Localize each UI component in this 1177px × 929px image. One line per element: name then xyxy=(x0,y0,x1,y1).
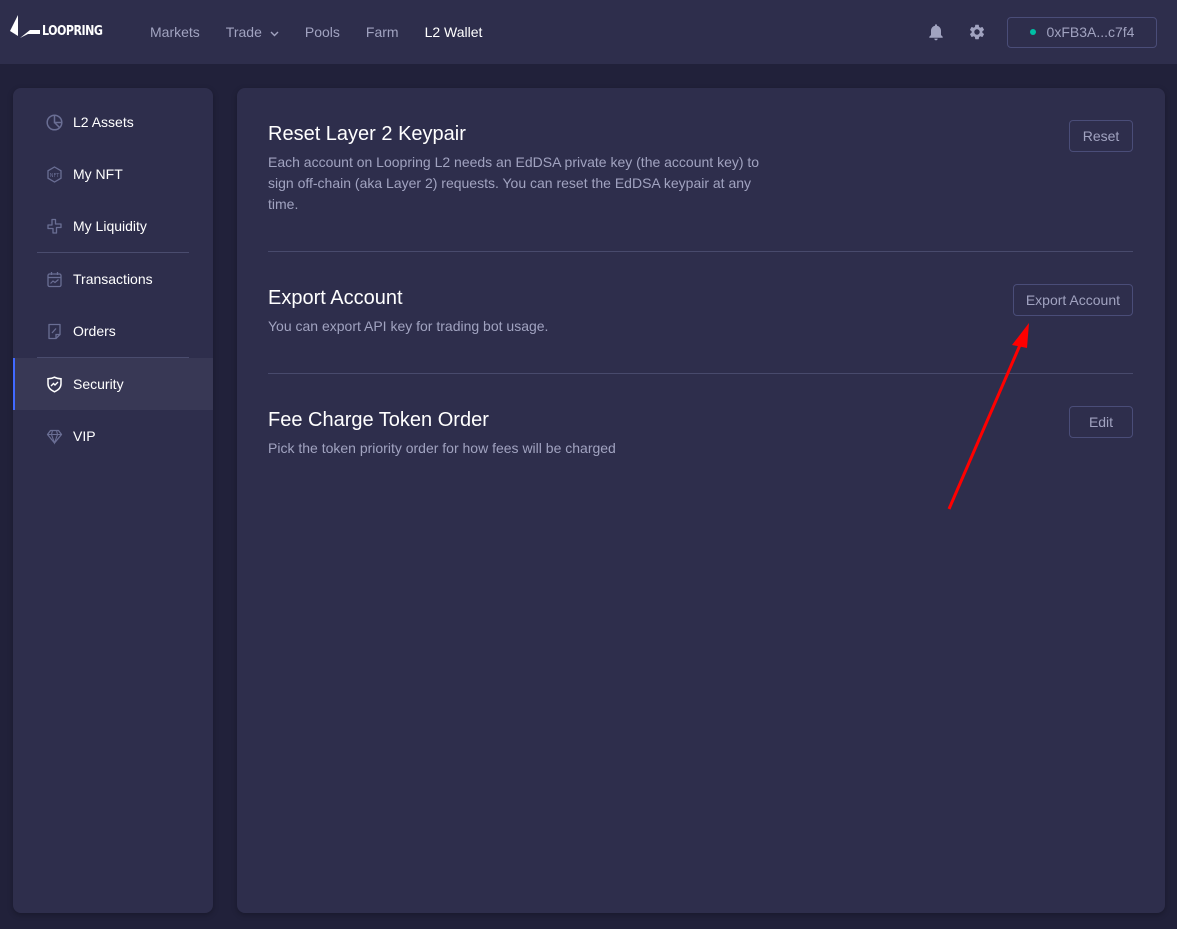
sidebar-item-l2-assets[interactable]: L2 Assets xyxy=(13,96,213,148)
sidebar-item-label: Orders xyxy=(73,323,116,339)
sidebar-item-label: L2 Assets xyxy=(73,114,134,130)
svg-text:NFT: NFT xyxy=(50,172,61,178)
logo-text: LOOPRING xyxy=(42,23,103,39)
document-icon xyxy=(46,323,63,340)
section-title: Export Account xyxy=(268,287,403,309)
sidebar-item-label: Security xyxy=(73,376,124,392)
reset-keypair-section: Reset Layer 2 Keypair Each account on Lo… xyxy=(268,88,1133,251)
sidebar-item-vip[interactable]: VIP xyxy=(13,410,213,462)
nav-l2-wallet[interactable]: L2 Wallet xyxy=(425,24,483,40)
security-panel: Reset Layer 2 Keypair Each account on Lo… xyxy=(237,88,1165,913)
loopring-logo-icon xyxy=(10,15,40,38)
shield-icon xyxy=(46,375,63,393)
calendar-chart-icon xyxy=(46,271,63,288)
sidebar-item-transactions[interactable]: Transactions xyxy=(13,253,213,305)
sidebar-item-label: VIP xyxy=(73,428,96,444)
nav-pools-label: Pools xyxy=(304,24,340,40)
top-header: LOOPRING Markets Trade Pools Farm L2 Wal… xyxy=(0,0,1177,64)
liquidity-icon xyxy=(46,218,63,235)
edit-button[interactable]: Edit xyxy=(1069,406,1133,438)
sidebar-item-my-liquidity[interactable]: My Liquidity xyxy=(13,200,213,252)
wallet-address-button[interactable]: 0xFB3A...c7f4 xyxy=(1007,16,1157,48)
nav-pools[interactable]: Pools xyxy=(305,24,340,40)
nft-icon: NFT xyxy=(46,165,63,183)
connection-status-dot xyxy=(1029,29,1036,35)
nav-markets-label: Markets xyxy=(150,24,200,40)
gear-icon[interactable] xyxy=(967,22,987,42)
export-account-button[interactable]: Export Account xyxy=(1012,284,1133,316)
nav-farm-label: Farm xyxy=(365,24,399,40)
pie-chart-icon xyxy=(46,113,63,131)
bell-icon[interactable] xyxy=(926,22,946,42)
sidebar-item-security[interactable]: Security xyxy=(13,358,213,410)
nav-markets[interactable]: Markets xyxy=(150,24,200,40)
export-account-section: Export Account You can export API key fo… xyxy=(268,252,1133,373)
section-description: Each account on Loopring L2 needs an EdD… xyxy=(268,154,760,212)
loopring-logo[interactable]: LOOPRING xyxy=(10,14,113,42)
sidebar-item-my-nft[interactable]: NFT My NFT xyxy=(13,148,213,200)
fee-charge-token-order-section: Fee Charge Token Order Pick the token pr… xyxy=(268,374,1133,459)
nav-trade-label: Trade xyxy=(225,24,262,40)
section-description: You can export API key for trading bot u… xyxy=(268,318,549,334)
section-title: Reset Layer 2 Keypair xyxy=(268,123,466,145)
sidebar-item-label: My Liquidity xyxy=(73,218,147,234)
section-description: Pick the token priority order for how fe… xyxy=(268,440,616,456)
section-title: Fee Charge Token Order xyxy=(268,409,489,431)
diamond-icon xyxy=(46,428,63,445)
wallet-address: 0xFB3A...c7f4 xyxy=(1046,24,1135,40)
sidebar-item-label: My NFT xyxy=(73,166,123,182)
sidebar-item-orders[interactable]: Orders xyxy=(13,305,213,357)
nav-farm[interactable]: Farm xyxy=(366,24,399,40)
nav-l2-wallet-label: L2 Wallet xyxy=(424,24,483,40)
sidebar-item-label: Transactions xyxy=(73,271,153,287)
sidebar: L2 Assets NFT My NFT My Liquidity Transa… xyxy=(13,88,213,913)
chevron-down-icon xyxy=(270,24,279,40)
header-actions: 0xFB3A...c7f4 xyxy=(926,16,1157,48)
nav-trade[interactable]: Trade xyxy=(226,24,279,40)
reset-button[interactable]: Reset xyxy=(1069,120,1133,152)
main-nav: Markets Trade Pools Farm L2 Wallet xyxy=(150,0,508,64)
